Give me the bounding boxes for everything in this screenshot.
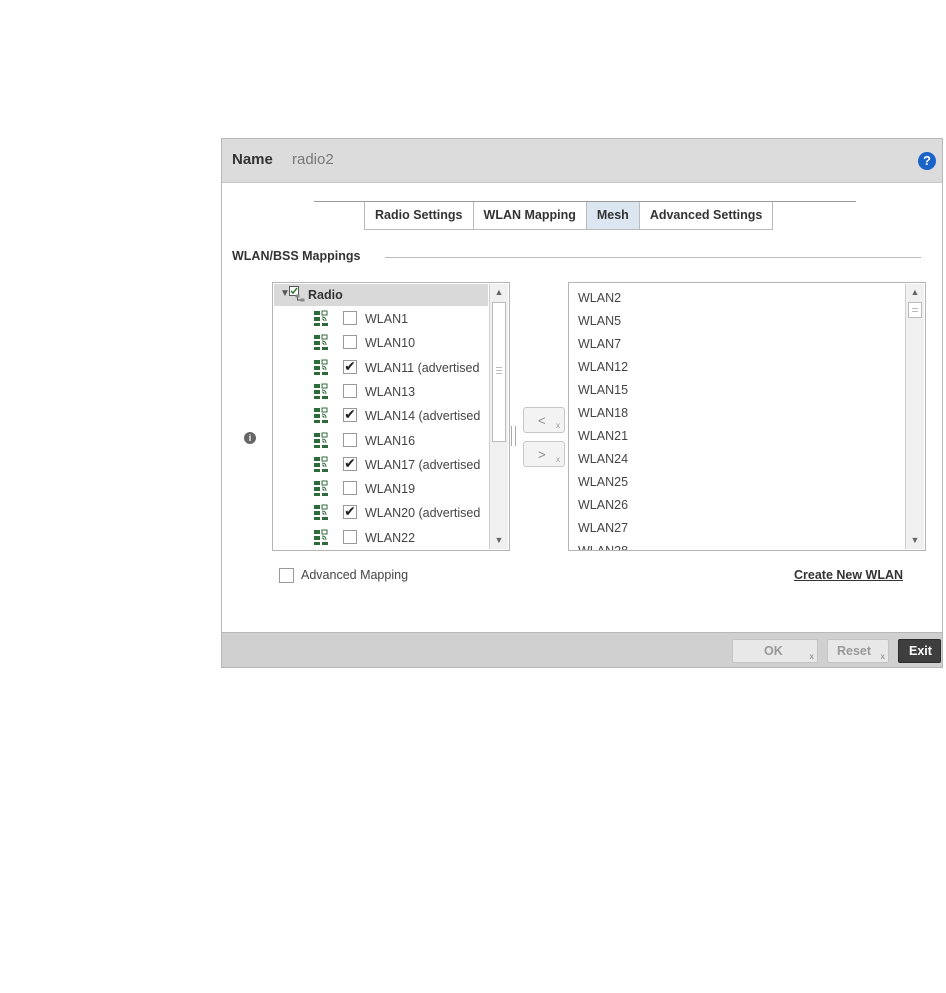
wlan-label: WLAN11 (advertised xyxy=(365,360,480,375)
section-title: WLAN/BSS Mappings xyxy=(232,249,361,263)
scroll-down-icon[interactable]: ▼ xyxy=(906,532,924,549)
scroll-thumb[interactable] xyxy=(908,302,922,318)
splitter-handle[interactable] xyxy=(511,426,516,446)
tab-wlan-mapping[interactable]: WLAN Mapping xyxy=(473,202,587,230)
tab-mesh[interactable]: Mesh xyxy=(586,202,640,230)
wireless-network-icon xyxy=(314,432,328,448)
radio-dialog: Name radio2 ? Radio Settings WLAN Mappin… xyxy=(221,138,943,668)
wireless-network-icon xyxy=(314,407,328,424)
wlan-label: WLAN22 xyxy=(365,530,416,545)
dialog-footer: OK x Reset x Exit xyxy=(222,632,942,667)
wlan-label: WLAN10 xyxy=(365,336,416,351)
wlan-checkbox[interactable]: ✔ xyxy=(343,504,357,520)
tree-root-radio[interactable]: ▼ Radio xyxy=(274,284,488,306)
list-item[interactable]: WLAN26 xyxy=(578,498,628,512)
wireless-network-icon xyxy=(314,480,328,497)
list-item[interactable]: WLAN21 xyxy=(578,429,628,443)
reset-button[interactable]: Reset x xyxy=(827,639,889,663)
tree-item[interactable]: WLAN19 xyxy=(313,479,493,499)
wlan-checkbox[interactable] xyxy=(343,335,357,350)
wlan-label: WLAN19 xyxy=(365,482,416,497)
ok-button[interactable]: OK x xyxy=(732,639,818,663)
wlan-checkbox[interactable] xyxy=(343,383,357,398)
move-left-button[interactable]: < x xyxy=(523,407,565,433)
list-item[interactable]: WLAN25 xyxy=(578,475,628,489)
wlan-checkbox[interactable]: ✔ xyxy=(343,359,357,374)
tree-item[interactable]: WLAN1 xyxy=(313,309,493,329)
tree-item[interactable]: WLAN10 xyxy=(313,333,493,353)
move-right-button[interactable]: > x xyxy=(523,441,565,467)
list-item[interactable]: WLAN15 xyxy=(578,383,628,397)
tab-radio-settings[interactable]: Radio Settings xyxy=(364,202,474,230)
name-value: radio2 xyxy=(292,151,334,168)
tree-scrollbar[interactable]: ▲ ▼ xyxy=(489,284,508,549)
list-item[interactable]: WLAN7 xyxy=(578,337,621,351)
wlan-label: WLAN20 (advertised xyxy=(365,506,481,521)
scroll-up-icon[interactable]: ▲ xyxy=(490,284,508,301)
tree-item[interactable]: ✔ WLAN17 (advertised xyxy=(313,455,493,475)
list-item[interactable]: WLAN2 xyxy=(578,291,621,305)
wireless-network-icon xyxy=(314,359,328,375)
wlan-checkbox[interactable] xyxy=(343,311,357,325)
wlan-label: WLAN14 (advertised xyxy=(365,409,481,424)
wlan-checkbox[interactable]: ✔ xyxy=(343,407,357,423)
list-item[interactable]: WLAN5 xyxy=(578,314,621,328)
wlan-label: WLAN16 xyxy=(365,433,416,448)
section-divider xyxy=(385,257,921,258)
wlan-checkbox[interactable] xyxy=(343,481,357,496)
tree-item[interactable]: WLAN16 xyxy=(313,431,493,451)
list-item[interactable]: WLAN28 xyxy=(578,544,628,550)
list-item[interactable]: WLAN12 xyxy=(578,360,628,374)
tree-item[interactable]: WLAN22 xyxy=(313,528,493,548)
name-label: Name xyxy=(232,151,273,168)
wlan-label: WLAN1 xyxy=(365,312,409,326)
help-icon[interactable]: ? xyxy=(918,152,936,170)
list-item[interactable]: WLAN18 xyxy=(578,406,628,420)
exit-button[interactable]: Exit xyxy=(898,639,941,663)
wlan-label: WLAN17 (advertised xyxy=(365,457,481,472)
dialog-header: Name radio2 ? xyxy=(222,139,942,183)
tree-item[interactable]: WLAN13 xyxy=(313,382,493,402)
list-item[interactable]: WLAN24 xyxy=(578,452,628,466)
wireless-network-icon xyxy=(314,529,328,545)
list-item[interactable]: WLAN27 xyxy=(578,521,628,535)
advanced-mapping-checkbox[interactable] xyxy=(279,568,294,583)
tree-item[interactable]: ✔ WLAN20 (advertised xyxy=(313,503,493,523)
advanced-mapping-label: Advanced Mapping xyxy=(301,568,409,582)
scroll-down-icon[interactable]: ▼ xyxy=(490,532,508,549)
wlan-checkbox[interactable] xyxy=(343,432,357,447)
wireless-network-icon xyxy=(314,504,328,521)
radio-wlan-tree[interactable]: ▼ Radio WLAN1 WLAN10 ✔ WLAN11 (advertised WL… xyxy=(272,282,510,551)
wireless-network-icon xyxy=(314,383,328,399)
wireless-network-icon xyxy=(314,310,328,326)
scroll-up-icon[interactable]: ▲ xyxy=(906,284,924,301)
wlan-label: WLAN13 xyxy=(365,384,416,399)
available-wlan-list[interactable]: WLAN2 WLAN5 WLAN7 WLAN12 WLAN15 WLAN18 WLAN21 W… xyxy=(568,282,926,551)
tab-bar: Radio Settings WLAN Mapping Mesh Advance… xyxy=(364,202,774,231)
tree-root-label: Radio xyxy=(308,288,343,302)
wireless-network-icon xyxy=(314,334,328,351)
scroll-thumb[interactable] xyxy=(492,302,506,442)
list-scrollbar[interactable]: ▲ ▼ xyxy=(905,284,924,549)
radio-tree-icon xyxy=(289,286,305,302)
tab-advanced-settings[interactable]: Advanced Settings xyxy=(639,202,774,230)
create-new-wlan-link[interactable]: Create New WLAN xyxy=(794,568,903,582)
wlan-checkbox[interactable]: ✔ xyxy=(343,456,357,471)
wlan-checkbox[interactable] xyxy=(343,529,357,544)
tree-item[interactable]: ✔ WLAN11 (advertised xyxy=(313,358,493,378)
info-icon: i xyxy=(244,432,256,444)
wireless-network-icon xyxy=(314,456,328,472)
tree-item[interactable]: ✔ WLAN14 (advertised xyxy=(313,406,493,426)
